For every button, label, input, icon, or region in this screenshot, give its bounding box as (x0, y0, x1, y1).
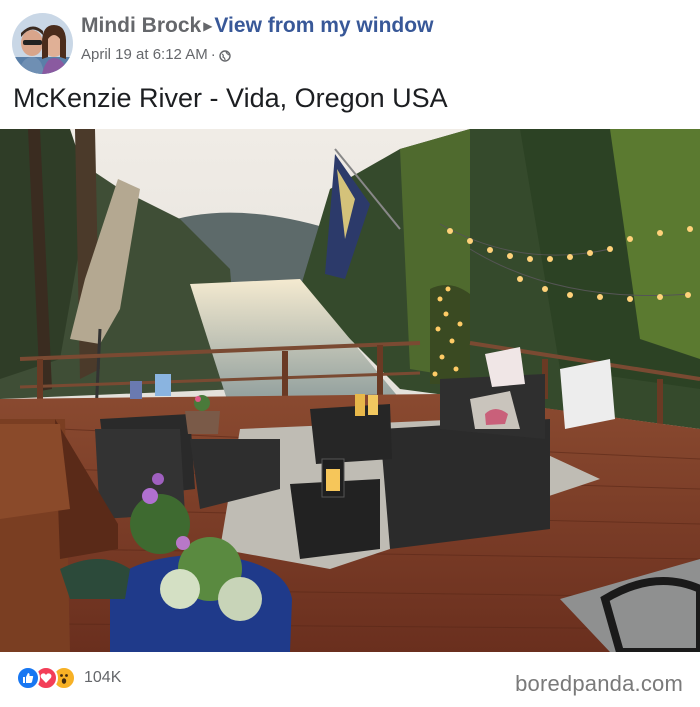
post-header: Mindi Brock ▶View from my window April 19… (0, 0, 700, 80)
avatar[interactable] (12, 13, 73, 74)
reaction-count[interactable]: 104K (84, 669, 121, 687)
meta-separator: · (210, 46, 216, 63)
like-icon (16, 666, 40, 690)
post-photo[interactable] (0, 129, 700, 652)
post-meta: April 19 at 6:12 AM · (81, 46, 231, 63)
group-link[interactable]: View from my window (214, 14, 433, 37)
reactions-bar[interactable]: 104K (16, 666, 121, 690)
post-timestamp[interactable]: April 19 at 6:12 AM (81, 46, 208, 63)
post-text: McKenzie River - Vida, Oregon USA (13, 83, 448, 113)
author-name[interactable]: Mindi Brock (81, 14, 201, 37)
caret-right-icon: ▶ (203, 19, 213, 33)
post-footer: 104K boredpanda.com (0, 652, 700, 707)
author-line: Mindi Brock ▶View from my window (81, 14, 433, 38)
globe-icon (219, 49, 231, 62)
watermark: boredpanda.com (515, 671, 683, 696)
